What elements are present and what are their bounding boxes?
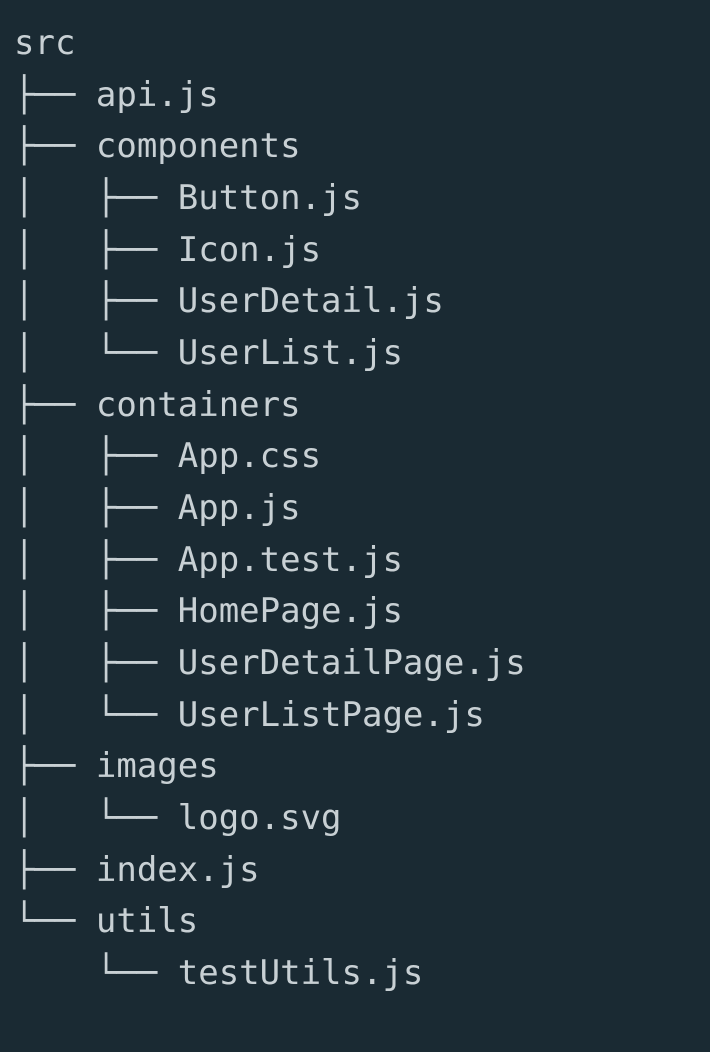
tree-line: ├── api.js — [14, 75, 219, 115]
tree-line: │ ├── Icon.js — [14, 230, 321, 270]
tree-line: └── testUtils.js — [14, 953, 423, 993]
tree-line: │ ├── UserDetailPage.js — [14, 643, 526, 683]
tree-line: │ ├── App.test.js — [14, 540, 403, 580]
tree-line: └── utils — [14, 901, 198, 941]
tree-root: src — [14, 23, 75, 63]
tree-line: │ ├── App.css — [14, 436, 321, 476]
tree-line: │ └── logo.svg — [14, 798, 342, 838]
tree-line: │ ├── UserDetail.js — [14, 281, 444, 321]
tree-line: │ ├── HomePage.js — [14, 591, 403, 631]
tree-line: ├── images — [14, 746, 219, 786]
tree-line: ├── components — [14, 126, 301, 166]
tree-line: │ └── UserListPage.js — [14, 695, 485, 735]
tree-line: ├── containers — [14, 385, 301, 425]
tree-line: │ └── UserList.js — [14, 333, 403, 373]
directory-tree: src ├── api.js ├── components │ ├── Butt… — [0, 0, 710, 1000]
tree-line: │ ├── Button.js — [14, 178, 362, 218]
tree-line: ├── index.js — [14, 850, 260, 890]
tree-line: │ ├── App.js — [14, 488, 301, 528]
